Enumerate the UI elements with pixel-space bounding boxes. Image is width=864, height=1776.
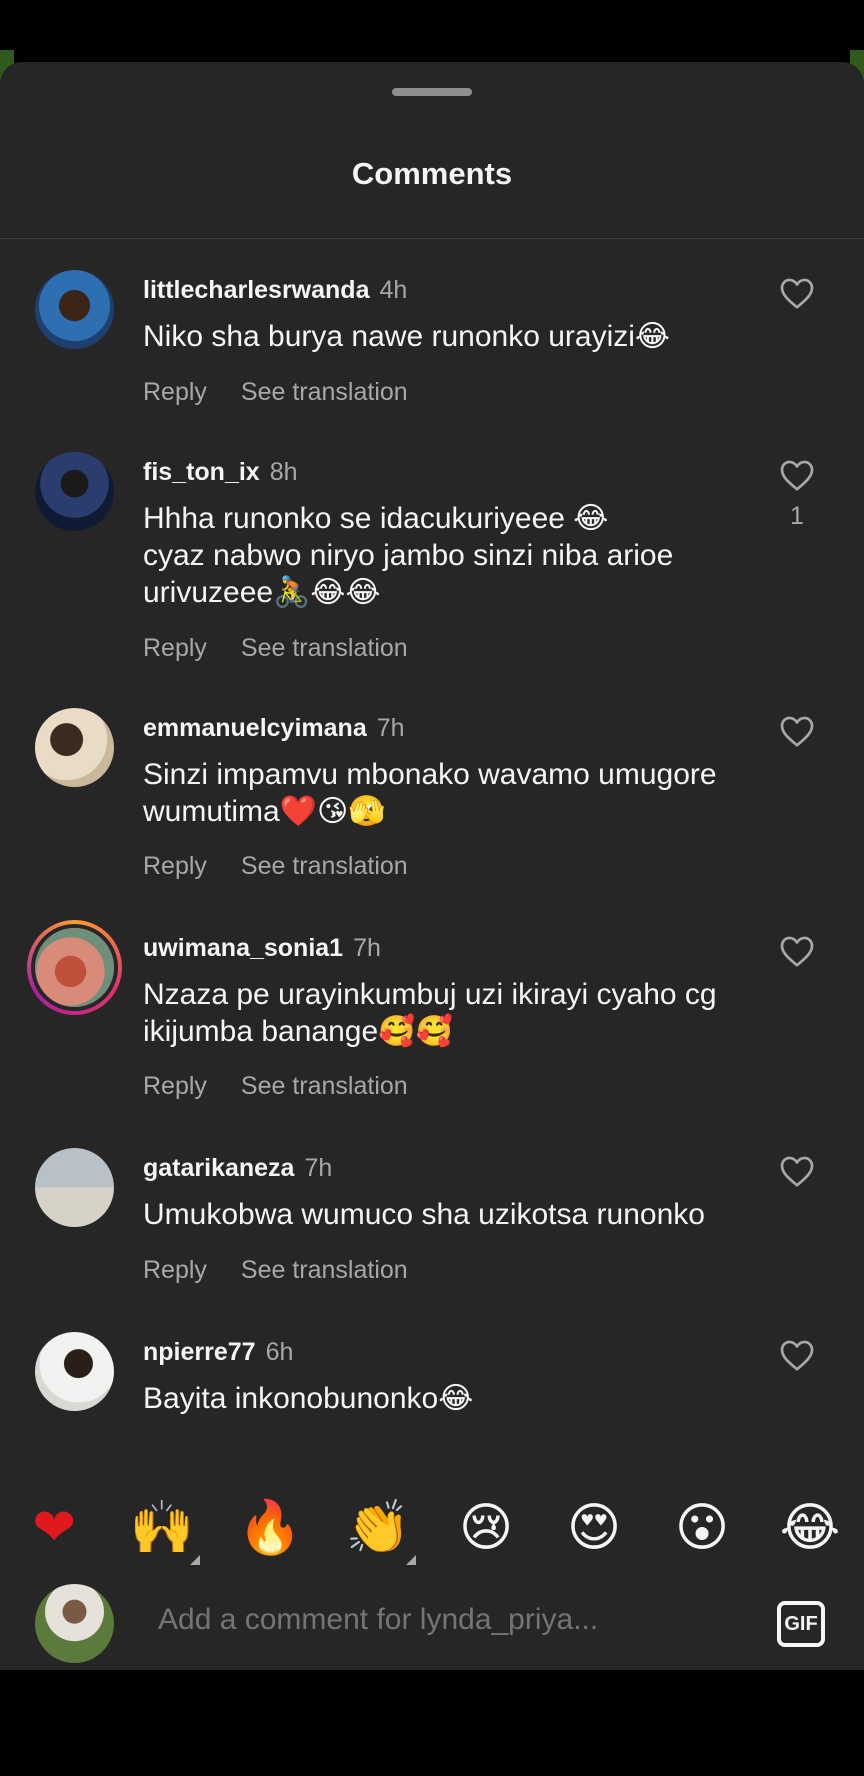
comment-username[interactable]: npierre77 bbox=[143, 1338, 256, 1366]
gif-icon[interactable]: GIF bbox=[777, 1601, 825, 1647]
comment-username[interactable]: uwimana_sonia1 bbox=[143, 934, 343, 962]
see-translation-button[interactable]: See translation bbox=[241, 378, 408, 406]
heart-outline-icon[interactable] bbox=[779, 934, 815, 968]
heart-eyes-emoji[interactable]: 😍 bbox=[554, 1498, 634, 1558]
fire-emoji[interactable]: 🔥 bbox=[230, 1498, 310, 1558]
comment-text: Sinzi impamvu mbonako wavamo umugore wum… bbox=[143, 758, 717, 828]
avatar[interactable] bbox=[35, 1332, 114, 1411]
comment-time: 4h bbox=[379, 276, 408, 304]
comment-text: Nzaza pe urayinkumbuj uzi ikirayi cyaho … bbox=[143, 978, 717, 1048]
red-heart-emoji[interactable]: ❤ bbox=[14, 1498, 94, 1558]
comment-username[interactable]: gatarikaneza bbox=[143, 1154, 294, 1182]
comment-text: Bayita inkonobunonko😂 bbox=[143, 1382, 474, 1415]
skin-tone-indicator-icon bbox=[406, 1555, 416, 1565]
current-user-avatar bbox=[35, 1584, 114, 1663]
sheet-title: Comments bbox=[351, 156, 513, 191]
comments-sheet: Comments littlecharlesrwanda 4h Niko sha … bbox=[0, 62, 864, 1670]
skin-tone-indicator-icon bbox=[190, 1555, 200, 1565]
comment-username[interactable]: fis_ton_ix bbox=[143, 458, 260, 486]
avatar[interactable] bbox=[35, 270, 114, 349]
comment-text: Umukobwa wumuco sha uzikotsa runonko bbox=[143, 1198, 705, 1231]
comment-time: 8h bbox=[269, 458, 298, 486]
heart-outline-icon[interactable] bbox=[779, 1338, 815, 1372]
avatar[interactable] bbox=[35, 1148, 114, 1227]
heart-outline-icon[interactable] bbox=[779, 458, 815, 492]
comment-text: Hhha runonko se idacukuriyeee 😂 cyaz nab… bbox=[143, 502, 674, 609]
surprised-face-emoji[interactable]: 😮 bbox=[662, 1498, 742, 1558]
avatar[interactable] bbox=[35, 708, 114, 787]
reply-button[interactable]: Reply bbox=[143, 634, 207, 662]
comment-text: Niko sha burya nawe runonko urayizi😂 bbox=[143, 320, 670, 353]
heart-outline-icon[interactable] bbox=[779, 276, 815, 310]
emoji-reaction-bar: ❤ 🙌 🔥 👏 😢 😍 😮 😂 bbox=[0, 1476, 864, 1576]
comment-input[interactable] bbox=[158, 1603, 658, 1637]
comment-username[interactable]: littlecharlesrwanda bbox=[143, 276, 369, 304]
crying-face-emoji[interactable]: 😢 bbox=[446, 1498, 526, 1558]
status-bar-area bbox=[0, 0, 864, 62]
reply-button[interactable]: Reply bbox=[143, 1256, 207, 1284]
reply-button[interactable]: Reply bbox=[143, 1072, 207, 1100]
comment-time: 7h bbox=[376, 714, 405, 742]
reply-button[interactable]: Reply bbox=[143, 852, 207, 880]
navigation-bar-area bbox=[0, 1670, 864, 1776]
comment-time: 6h bbox=[265, 1338, 294, 1366]
comment-time: 7h bbox=[304, 1154, 333, 1182]
avatar-story-ring[interactable] bbox=[27, 920, 122, 1015]
header-divider bbox=[0, 238, 864, 239]
like-count: 1 bbox=[790, 502, 804, 530]
heart-outline-icon[interactable] bbox=[779, 1154, 815, 1188]
comment-composer: GIF bbox=[0, 1576, 864, 1670]
clapping-hands-emoji[interactable]: 👏 bbox=[338, 1498, 418, 1558]
see-translation-button[interactable]: See translation bbox=[241, 634, 408, 662]
see-translation-button[interactable]: See translation bbox=[241, 852, 408, 880]
raising-hands-emoji[interactable]: 🙌 bbox=[122, 1498, 202, 1558]
heart-outline-icon[interactable] bbox=[779, 714, 815, 748]
comment-time: 7h bbox=[353, 934, 381, 962]
tears-of-joy-emoji[interactable]: 😂 bbox=[770, 1498, 850, 1558]
see-translation-button[interactable]: See translation bbox=[241, 1256, 408, 1284]
see-translation-button[interactable]: See translation bbox=[241, 1072, 408, 1100]
comment-username[interactable]: emmanuelcyimana bbox=[143, 714, 367, 742]
avatar[interactable] bbox=[35, 452, 114, 531]
reply-button[interactable]: Reply bbox=[143, 378, 207, 406]
drag-handle[interactable] bbox=[392, 88, 472, 96]
